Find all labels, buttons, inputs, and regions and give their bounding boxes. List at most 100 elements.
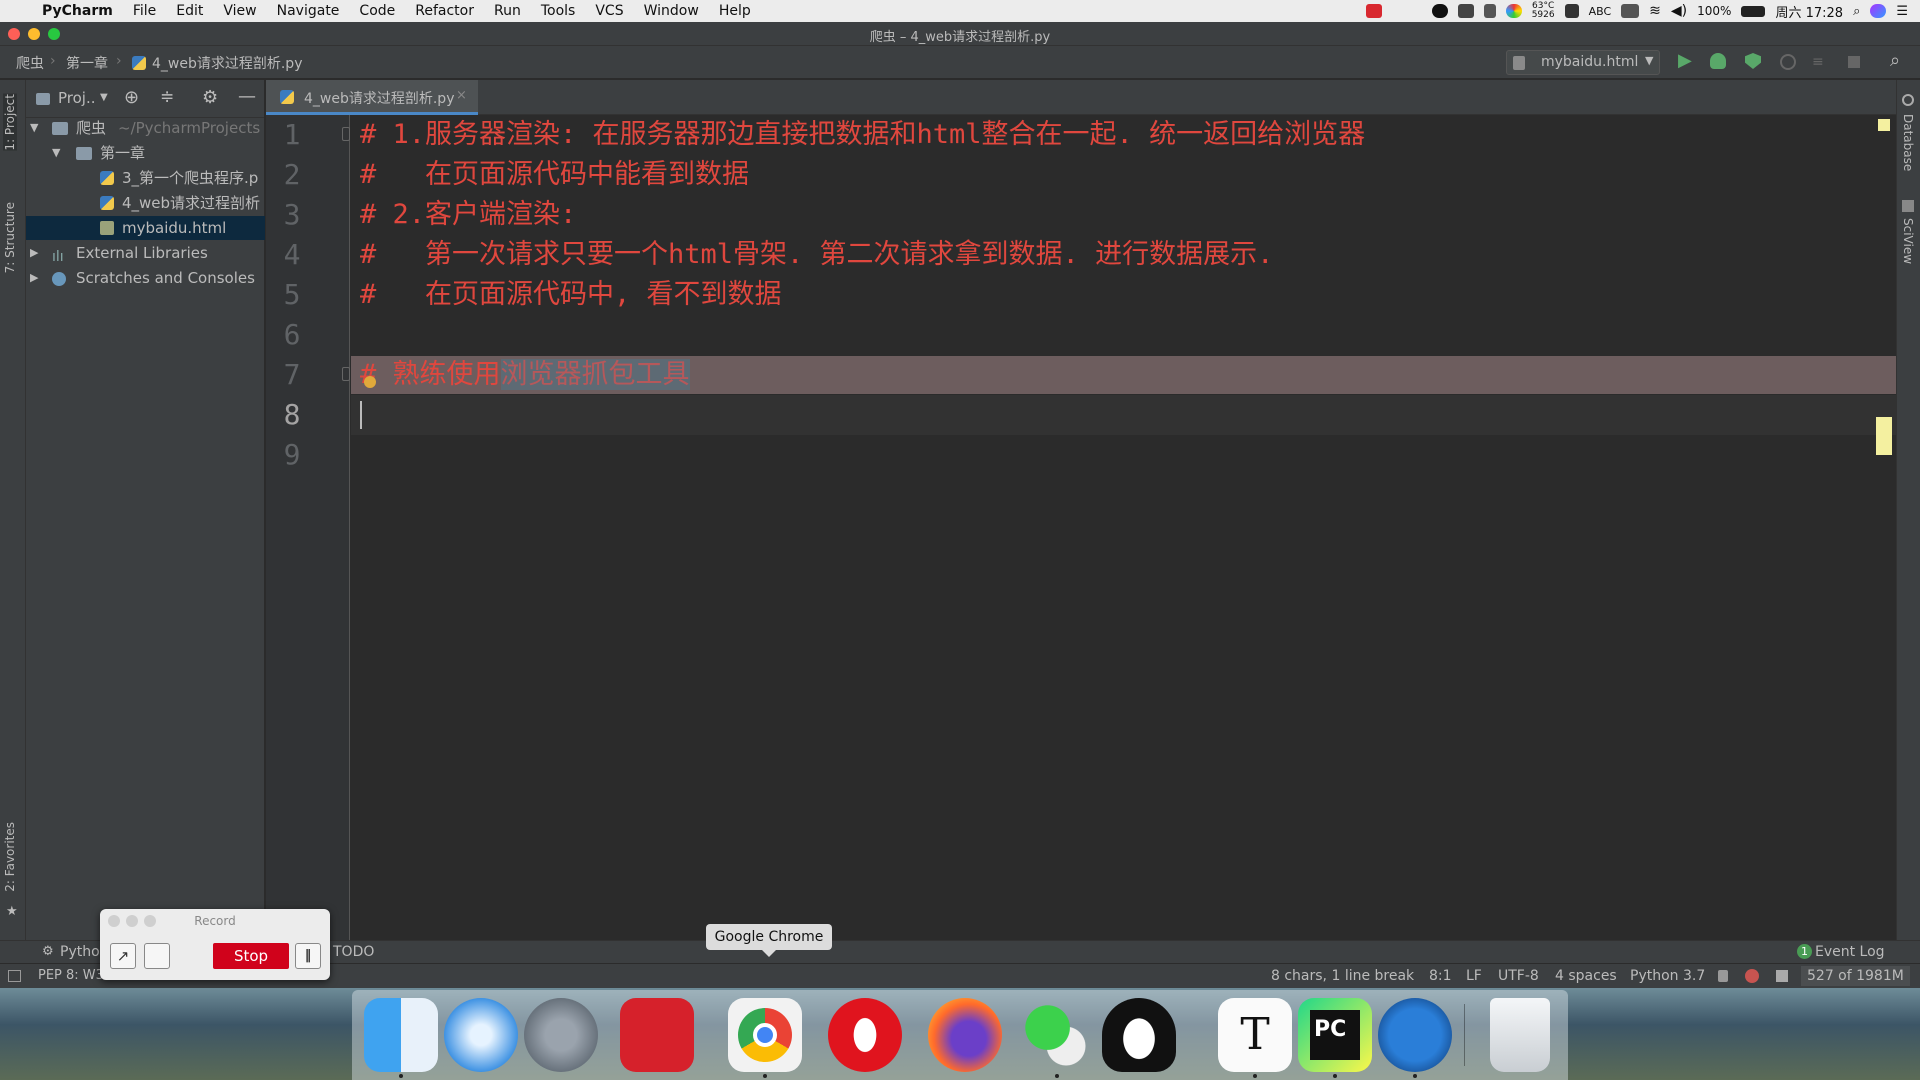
safari-icon[interactable] xyxy=(444,998,518,1072)
layout-icon[interactable] xyxy=(8,970,21,982)
menu-view[interactable]: View xyxy=(213,3,266,19)
clipboard-icon[interactable] xyxy=(1483,4,1496,18)
python-interpreter[interactable]: Python 3.7 xyxy=(1630,968,1705,984)
stop-icon[interactable] xyxy=(1848,56,1860,68)
tree-item-file[interactable]: 3_第一个爬虫程序.p xyxy=(26,166,265,190)
tree-item-file[interactable]: 4_web请求过程剖析 xyxy=(26,191,265,215)
fold-marker-icon[interactable] xyxy=(342,127,350,141)
indent-setting[interactable]: 4 spaces xyxy=(1555,968,1617,984)
line-number: 4 xyxy=(283,238,301,271)
editor-tab-active[interactable]: 4_web请求过程剖析.py × xyxy=(266,80,478,115)
hide-icon[interactable]: — xyxy=(238,86,256,107)
tab-database[interactable]: Database xyxy=(1901,114,1915,171)
menu-window[interactable]: Window xyxy=(634,3,709,19)
tree-item-file-selected[interactable]: mybaidu.html xyxy=(26,216,265,240)
profile-icon[interactable] xyxy=(1780,54,1796,70)
annotate-icon[interactable]: ↗ xyxy=(110,943,136,969)
close-icon[interactable]: × xyxy=(456,88,467,103)
volume-icon[interactable]: ◀) xyxy=(1671,3,1687,19)
concurrency-icon[interactable]: ≡ xyxy=(1812,54,1824,70)
debug-icon[interactable] xyxy=(1710,53,1726,69)
firefox-icon[interactable] xyxy=(928,998,1002,1072)
menu-run[interactable]: Run xyxy=(484,3,531,19)
tree-item-external-libraries[interactable]: ▶ ılı External Libraries xyxy=(26,241,265,265)
expand-arrow-icon: ▶ xyxy=(30,271,39,284)
thunder-icon[interactable] xyxy=(1378,998,1452,1072)
fold-marker-icon[interactable] xyxy=(342,367,350,381)
line-separator[interactable]: LF xyxy=(1466,968,1482,984)
caret-position[interactable]: 8:1 xyxy=(1429,968,1452,984)
menu-edit[interactable]: Edit xyxy=(166,3,213,19)
memory-indicator[interactable]: 527 of 1981M xyxy=(1801,966,1910,986)
project-view-select[interactable]: Proj.. xyxy=(58,89,96,107)
lock-icon[interactable] xyxy=(1718,970,1728,982)
tab-event-log[interactable]: Event Log xyxy=(1815,944,1885,960)
battery-icon[interactable] xyxy=(1741,5,1766,17)
breadcrumb-folder[interactable]: 第一章 xyxy=(66,53,108,73)
tab-structure[interactable]: 7: Structure xyxy=(3,202,17,273)
notification-center-icon[interactable]: ☰ xyxy=(1896,4,1908,19)
collapse-icon[interactable]: ≑ xyxy=(160,87,174,107)
bolt-icon[interactable] xyxy=(1431,4,1448,18)
menu-code[interactable]: Code xyxy=(349,3,405,19)
breadcrumb-project[interactable]: 爬虫 xyxy=(16,53,44,73)
locate-icon[interactable]: ⊕ xyxy=(124,87,139,108)
tab-todo[interactable]: TODO xyxy=(333,944,374,960)
menu-app-name[interactable]: PyCharm xyxy=(32,3,123,19)
menu-vcs[interactable]: VCS xyxy=(585,3,633,19)
file-encoding[interactable]: UTF-8 xyxy=(1498,968,1539,984)
spotlight-icon[interactable]: ⌕ xyxy=(1853,4,1860,19)
coverage-icon[interactable] xyxy=(1745,53,1761,69)
display-icon[interactable] xyxy=(1621,4,1640,18)
colorwheel-icon[interactable] xyxy=(1505,4,1522,18)
wechat-icon[interactable] xyxy=(1018,998,1092,1072)
trash-icon[interactable] xyxy=(1490,998,1550,1072)
gear-icon[interactable]: ⚙ xyxy=(202,87,218,108)
typora-icon[interactable]: T xyxy=(1218,998,1292,1072)
tab-sciview[interactable]: SciView xyxy=(1901,218,1915,264)
stop-button[interactable]: Stop xyxy=(213,943,289,969)
siri-icon[interactable] xyxy=(1870,4,1887,18)
tab-favorites[interactable]: 2: Favorites xyxy=(3,822,17,892)
search-icon[interactable]: ⌕ xyxy=(1890,50,1900,71)
menu-help[interactable]: Help xyxy=(709,3,761,19)
tree-item-scratches[interactable]: ▶ Scratches and Consoles xyxy=(26,266,265,290)
tab-project[interactable]: 1: Project xyxy=(3,94,17,151)
code-editor[interactable]: 1 2 3 4 5 6 7 8 9 # 1.服务器渲染: 在服务器那边直接把数据… xyxy=(266,115,1896,940)
code-line: # 1.服务器渲染: 在服务器那边直接把数据和html整合在一起. 统一返回给浏… xyxy=(360,119,1366,150)
finder-icon[interactable] xyxy=(364,998,438,1072)
menu-navigate[interactable]: Navigate xyxy=(267,3,350,19)
breadcrumb-file[interactable]: 4_web请求过程剖析.py xyxy=(152,53,302,73)
folder-icon xyxy=(52,122,68,135)
running-indicator xyxy=(1333,1074,1337,1078)
tree-item-folder[interactable]: ▼ 第一章 xyxy=(26,141,265,165)
launchpad-icon[interactable] xyxy=(524,998,598,1072)
inspection-marker[interactable] xyxy=(1878,119,1890,131)
netease-music-icon[interactable] xyxy=(620,998,694,1072)
menu-file[interactable]: File xyxy=(123,3,166,19)
screen-record-icon[interactable] xyxy=(1365,4,1382,18)
scroll-marker[interactable] xyxy=(1876,417,1892,455)
menu-refactor[interactable]: Refactor xyxy=(405,3,484,19)
input-source[interactable]: ABC xyxy=(1589,5,1612,18)
keyboard-icon[interactable] xyxy=(1564,4,1579,18)
wifi-icon[interactable]: ≋ xyxy=(1649,3,1661,19)
memory-icon[interactable] xyxy=(1776,970,1788,982)
running-indicator xyxy=(1413,1074,1417,1078)
pycharm-icon[interactable]: PC xyxy=(1298,998,1372,1072)
wechat-status-icon[interactable] xyxy=(1457,4,1474,18)
inspector-icon[interactable] xyxy=(1745,969,1759,983)
menu-tools[interactable]: Tools xyxy=(531,3,586,19)
qq-icon[interactable] xyxy=(1102,998,1176,1072)
clock[interactable]: 周六 17:28 xyxy=(1775,2,1843,21)
breadcrumb-separator: › xyxy=(116,53,122,69)
bulb-icon[interactable] xyxy=(364,376,376,388)
run-config-select[interactable]: mybaidu.html ▼ xyxy=(1506,50,1660,75)
chrome-icon[interactable] xyxy=(728,998,802,1072)
run-icon[interactable]: ▶ xyxy=(1678,50,1692,71)
pause-icon[interactable]: ‖ xyxy=(295,943,321,969)
opera-icon[interactable] xyxy=(828,998,902,1072)
battery-percent[interactable]: 100% xyxy=(1697,4,1731,18)
tree-item-project[interactable]: ▼ 爬虫 ~/PycharmProjects xyxy=(26,116,265,140)
area-select-icon[interactable] xyxy=(144,943,170,969)
